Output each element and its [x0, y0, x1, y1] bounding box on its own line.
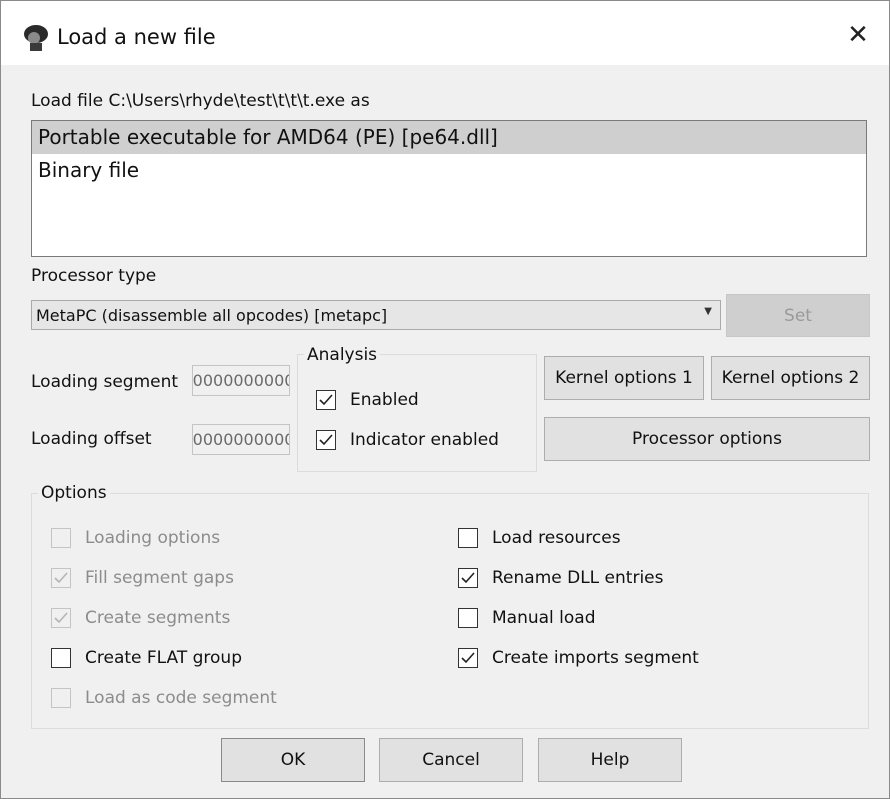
loading-offset-label: Loading offset	[31, 429, 152, 449]
analysis-enabled-label: Enabled	[350, 390, 419, 410]
checkbox-box	[51, 608, 71, 628]
checkbox-box	[316, 390, 336, 410]
load-resources-checkbox[interactable]: Load resources	[458, 528, 621, 548]
create-segments-label: Create segments	[85, 608, 231, 628]
dropdown-arrow-icon: ▼	[704, 306, 712, 317]
window-title: Load a new file	[57, 25, 216, 49]
loading-segment-value: 0x0000000000	[192, 371, 290, 390]
format-item-binary[interactable]: Binary file	[32, 154, 866, 187]
create-segments-checkbox[interactable]: Create segments	[51, 608, 230, 628]
checkbox-box	[51, 568, 71, 588]
format-item-pe64[interactable]: Portable executable for AMD64 (PE) [pe64…	[32, 121, 866, 154]
rename-dll-entries-label: Rename DLL entries	[492, 568, 664, 588]
analysis-group	[297, 354, 537, 472]
analysis-enabled-checkbox[interactable]: Enabled	[316, 390, 419, 410]
fill-segment-gaps-checkbox[interactable]: Fill segment gaps	[51, 568, 234, 588]
processor-type-value: MetaPC (disassemble all opcodes) [metapc…	[36, 306, 388, 325]
loading-segment-label: Loading segment	[31, 372, 179, 392]
title-bar: Load a new file ✕	[1, 1, 889, 65]
loading-options-label: Loading options	[85, 528, 221, 548]
load-resources-label: Load resources	[492, 528, 621, 548]
checkbox-box	[458, 528, 478, 548]
analysis-group-title: Analysis	[304, 345, 381, 365]
file-format-list[interactable]: Portable executable for AMD64 (PE) [pe64…	[31, 120, 867, 257]
create-flat-group-label: Create FLAT group	[85, 648, 243, 668]
checkbox-box	[51, 648, 71, 668]
ok-button[interactable]: OK	[221, 738, 365, 782]
loading-segment-field[interactable]: 0x0000000000	[192, 365, 290, 396]
load-file-label: Load file C:\Users\rhyde\test\t\t\t.exe …	[31, 91, 370, 111]
kernel-options-2-button[interactable]: Kernel options 2	[711, 356, 870, 400]
manual-load-checkbox[interactable]: Manual load	[458, 608, 596, 628]
set-button[interactable]: Set	[726, 294, 870, 337]
load-file-dialog: Load a new file ✕ Load file C:\Users\rhy…	[0, 0, 890, 799]
help-button[interactable]: Help	[538, 738, 682, 782]
create-flat-group-checkbox[interactable]: Create FLAT group	[51, 648, 242, 668]
checkbox-box	[458, 568, 478, 588]
loading-offset-field[interactable]: 0x0000000000	[192, 424, 290, 455]
checkbox-box	[316, 430, 336, 450]
create-imports-segment-checkbox[interactable]: Create imports segment	[458, 648, 699, 668]
checkbox-box	[51, 528, 71, 548]
processor-type-label: Processor type	[31, 266, 157, 286]
load-as-code-segment-label: Load as code segment	[85, 688, 277, 708]
create-imports-segment-label: Create imports segment	[492, 648, 699, 668]
indicator-enabled-checkbox[interactable]: Indicator enabled	[316, 430, 499, 450]
fill-segment-gaps-label: Fill segment gaps	[85, 568, 234, 588]
indicator-enabled-label: Indicator enabled	[350, 430, 499, 450]
cancel-button[interactable]: Cancel	[379, 738, 523, 782]
ida-app-icon	[21, 23, 51, 53]
loading-offset-value: 0x0000000000	[192, 430, 290, 449]
checkbox-box	[458, 608, 478, 628]
rename-dll-entries-checkbox[interactable]: Rename DLL entries	[458, 568, 664, 588]
kernel-options-1-button[interactable]: Kernel options 1	[544, 356, 704, 400]
processor-options-button[interactable]: Processor options	[544, 417, 870, 461]
close-icon: ✕	[847, 20, 869, 50]
checkbox-box	[458, 648, 478, 668]
processor-type-select[interactable]: MetaPC (disassemble all opcodes) [metapc…	[31, 300, 721, 330]
options-group-title: Options	[38, 483, 110, 503]
manual-load-label: Manual load	[492, 608, 596, 628]
loading-options-checkbox[interactable]: Loading options	[51, 528, 220, 548]
close-button[interactable]: ✕	[835, 15, 881, 55]
load-as-code-segment-checkbox[interactable]: Load as code segment	[51, 688, 277, 708]
checkbox-box	[51, 688, 71, 708]
